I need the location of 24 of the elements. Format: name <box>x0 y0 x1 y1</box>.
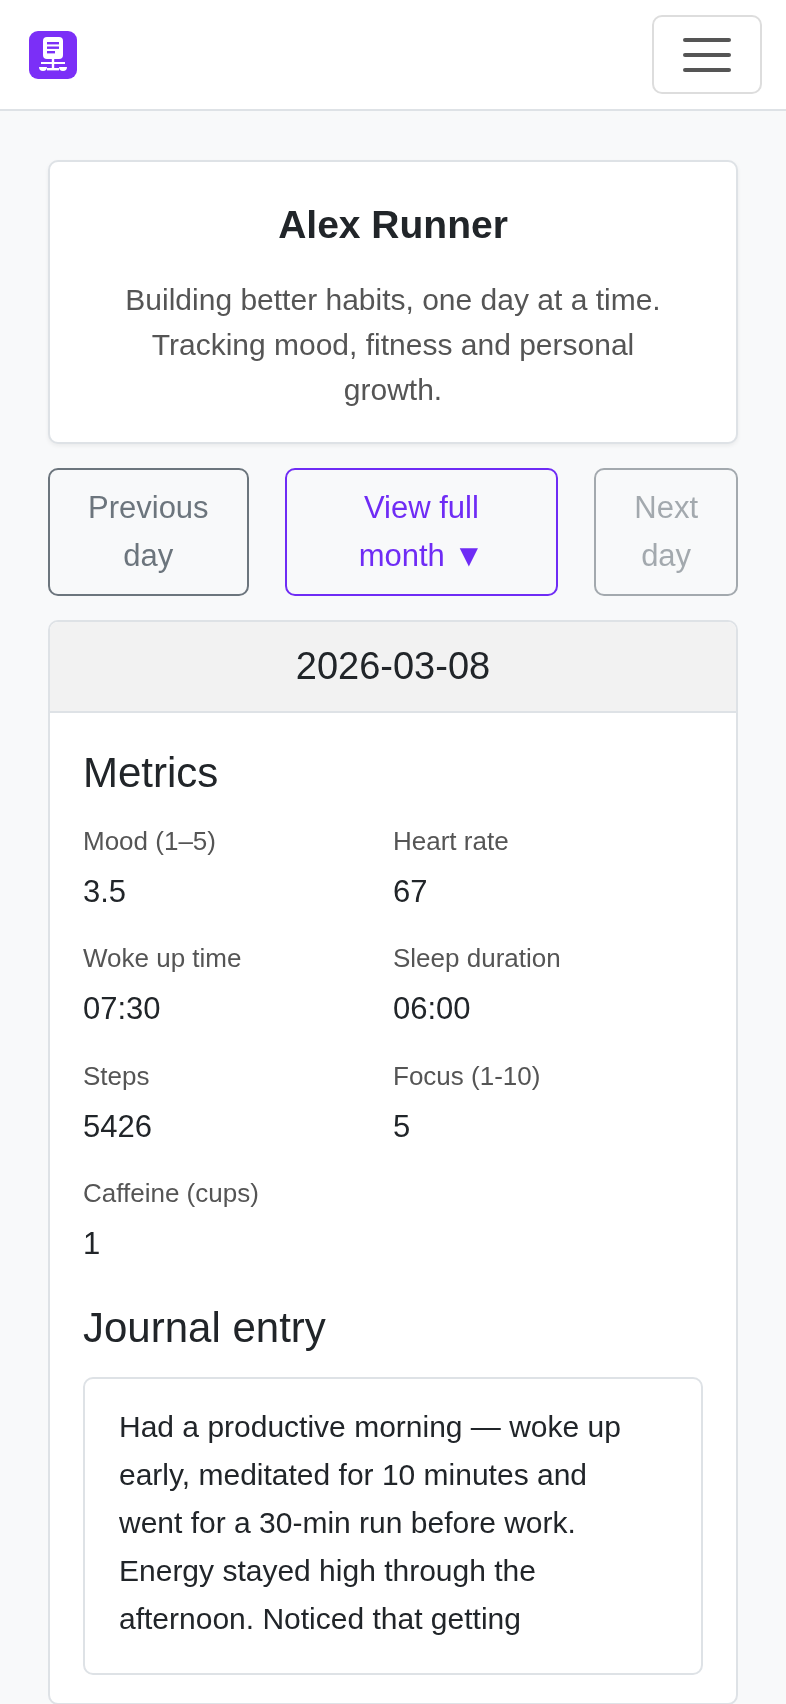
logo-icon[interactable] <box>29 30 77 79</box>
metric-label: Sleep duration <box>393 942 562 976</box>
metric-label: Woke up time <box>83 942 243 976</box>
menu-button[interactable] <box>652 15 762 94</box>
metric-value: 67 <box>393 872 429 911</box>
section-title: Journal entry <box>83 1302 327 1353</box>
metric-label: Steps <box>83 1059 151 1093</box>
profile-name: Alex Runner <box>277 202 509 248</box>
date-header: 2026-03-08 <box>50 621 736 713</box>
metric-value: 1 <box>83 1225 102 1264</box>
metric-value: 5 <box>393 1107 412 1146</box>
metric-value: 5426 <box>83 1107 153 1146</box>
metric-label: Heart rate <box>393 824 510 858</box>
metric-label: Mood (1–5) <box>83 824 217 858</box>
metric-value: 07:30 <box>83 990 162 1029</box>
journal-text: Had a productive morning — woke up early, meditated for 10 minutes and went for a 30-min run before work. Energy stayed high through the afternoon. Noticed that getting <box>119 1408 622 1637</box>
previous-day-button[interactable]: Previous day <box>48 467 249 596</box>
metric-label: Focus (1-10) <box>393 1059 542 1093</box>
metric-label: Caffeine (cups) <box>83 1177 260 1211</box>
section-title: Metrics <box>83 747 220 798</box>
view-month-button[interactable]: View full month ▼ <box>284 467 559 596</box>
metric-value: 3.5 <box>83 872 128 911</box>
metric-value: 06:00 <box>393 990 472 1029</box>
profile-bio: Building better habits, one day at a time. Tracking mood, fitness and personal growth. <box>124 281 662 408</box>
